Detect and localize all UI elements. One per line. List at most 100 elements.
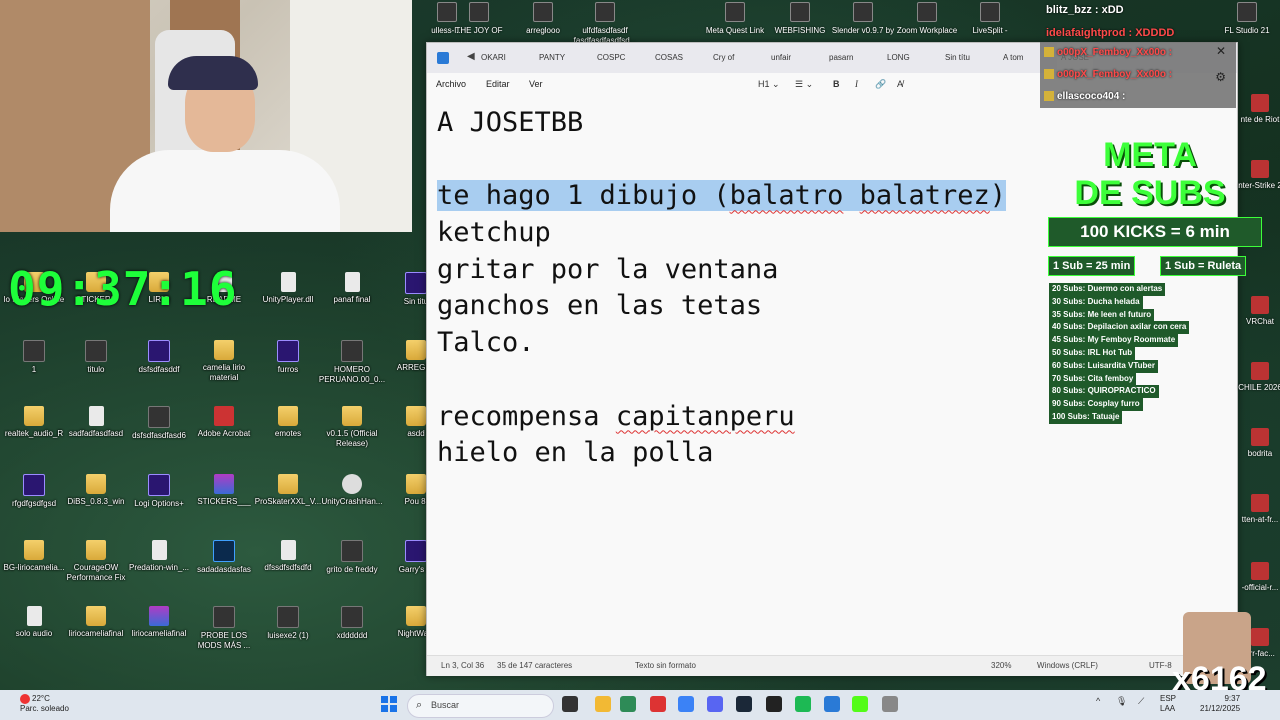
tab-label: OKARI xyxy=(481,53,506,62)
desktop-icon[interactable]: rfgdfgsdfgsd xyxy=(0,474,68,509)
desktop-icon[interactable]: luisexe2 (1) xyxy=(254,606,322,641)
desktop-icon-right[interactable]: bodrita xyxy=(1238,428,1280,458)
spotify-icon[interactable] xyxy=(795,696,811,712)
desktop-icon[interactable]: camelia lirio material xyxy=(190,340,258,383)
desktop-icon[interactable]: sadfadfasdfasd xyxy=(62,406,130,439)
desktop-icon[interactable]: DiBS_0.8.3_win xyxy=(62,474,130,507)
desktop-icon[interactable]: PROBE LOS MODS MÁS ... xyxy=(190,606,258,651)
language-indicator[interactable]: ESP LAA xyxy=(1160,694,1176,714)
status-encoding[interactable]: UTF-8 xyxy=(1149,661,1172,670)
top-desktop-icon[interactable]: THE JOY OF xyxy=(444,2,514,36)
heading-dropdown[interactable]: H1 ⌄ xyxy=(758,79,780,90)
status-eol[interactable]: Windows (CRLF) xyxy=(1037,661,1098,670)
tab-1[interactable]: PANTY xyxy=(535,43,569,73)
desktop-icon[interactable]: ProSkaterXXL_V... xyxy=(254,474,322,507)
notepad-icon[interactable] xyxy=(824,696,840,712)
desktop-icon[interactable]: dsfsdfasddf xyxy=(125,340,193,375)
gear-icon[interactable]: ⚙ xyxy=(1215,70,1226,84)
app-red-icon[interactable] xyxy=(650,696,666,712)
tab-6[interactable]: pasarn xyxy=(825,43,857,73)
discord-icon[interactable] xyxy=(707,696,723,712)
desktop-icon-right[interactable]: VRChat xyxy=(1238,296,1280,326)
chrome2-icon[interactable] xyxy=(678,696,694,712)
tab-0[interactable]: OKARI xyxy=(477,43,510,73)
desktop-icon[interactable]: xdddddd xyxy=(318,606,386,641)
desktop-icon[interactable]: dsfsdfasdfasd6 xyxy=(125,406,193,441)
menu-archivo[interactable]: Archivo xyxy=(436,79,466,89)
misc-icon[interactable] xyxy=(882,696,898,712)
desktop-icon[interactable]: UnityPlayer.dll xyxy=(254,272,322,305)
tab-8[interactable]: Sin títu xyxy=(941,43,974,73)
desktop-icon[interactable]: liriocameliafinal xyxy=(62,606,130,639)
status-zoom[interactable]: 320% xyxy=(991,661,1011,670)
obs-icon[interactable] xyxy=(766,696,782,712)
desktop-icon-right[interactable]: nte de Riot xyxy=(1238,94,1280,124)
desktop-icon[interactable]: sadadasdasfas xyxy=(190,540,258,575)
desktop-icon[interactable]: CourageOW Performance Fix xyxy=(62,540,130,583)
menu-editar[interactable]: Editar xyxy=(486,79,510,89)
desktop-icon[interactable]: solo audio xyxy=(0,606,68,639)
desktop-icon[interactable]: Logi Options+ xyxy=(125,474,193,509)
top-desktop-icon[interactable]: WEBFISHING xyxy=(765,2,835,36)
top-desktop-icon[interactable]: Slender v0.9.7 by xyxy=(828,2,898,36)
top-desktop-icon[interactable]: ulfdfasdfasdf fasdfasdfasdfsd... xyxy=(570,2,640,46)
desktop-icon[interactable]: STICKERS___ xyxy=(190,474,258,507)
tab-4[interactable]: Cry of xyxy=(709,43,738,73)
mic-icon[interactable]: 🎙 xyxy=(1116,696,1127,707)
icon-label: Slender v0.9.7 by xyxy=(831,26,895,35)
top-desktop-icon[interactable]: arreglooo xyxy=(508,2,578,36)
start-button[interactable] xyxy=(381,696,397,712)
file-icon xyxy=(88,406,104,426)
desktop-icon[interactable]: emotes xyxy=(254,406,322,439)
weather-widget[interactable]: 22°C Parc. soleado xyxy=(20,694,69,714)
steam-icon[interactable] xyxy=(736,696,752,712)
desktop-icon[interactable]: HOMERO PERUANO.00_0... xyxy=(318,340,386,385)
chrome-icon[interactable] xyxy=(620,696,636,712)
bold-button[interactable]: B xyxy=(833,79,840,89)
clear-format-icon[interactable]: A̸ xyxy=(897,79,903,89)
desktop-icon[interactable]: grito de freddy xyxy=(318,540,386,575)
italic-button[interactable]: I xyxy=(855,79,858,89)
desktop-icon[interactable]: Predation-win_... xyxy=(125,540,193,573)
tab-scroll-left-icon[interactable]: ◀ xyxy=(467,51,475,62)
tab-2[interactable]: COSPC xyxy=(593,43,629,73)
close-icon[interactable]: ✕ xyxy=(1216,44,1226,58)
desktop-icon[interactable]: panaf final xyxy=(318,272,386,305)
link-icon[interactable]: 🔗 xyxy=(875,79,886,90)
top-desktop-icon[interactable]: Zoom Workplace xyxy=(892,2,962,36)
kick-icon[interactable] xyxy=(852,696,868,712)
desktop-icon[interactable]: titulo xyxy=(62,340,130,375)
meta-line-1: META xyxy=(1103,136,1197,174)
desktop-icon[interactable]: realtek_audio_R xyxy=(0,406,68,439)
app-icon xyxy=(1251,362,1269,380)
wifi-icon[interactable]: ⟋ xyxy=(1138,696,1144,707)
top-desktop-icon[interactable]: Meta Quest Link xyxy=(700,2,770,36)
taskbar-clock[interactable]: 9:37 21/12/2025 xyxy=(1200,694,1240,714)
top-desktop-icon[interactable]: LiveSplit - xyxy=(955,2,1025,36)
tab-5[interactable]: unfair xyxy=(767,43,795,73)
tab-7[interactable]: LONG xyxy=(883,43,914,73)
icon-label: tten-at-fr... xyxy=(1241,515,1279,524)
desktop-icon[interactable]: v0.1.5 (Official Release) xyxy=(318,406,386,449)
list-dropdown-icon[interactable]: ☰ ⌄ xyxy=(795,79,813,90)
desktop-icon[interactable]: BG-liriocamelia... xyxy=(0,540,68,573)
desktop-icon[interactable]: UnityCrashHan... xyxy=(318,474,386,507)
taskbar-search[interactable]: ⌕ Buscar xyxy=(407,694,554,718)
tab-9[interactable]: A tom xyxy=(999,43,1027,73)
tab-3[interactable]: COSAS xyxy=(651,43,687,73)
desktop-icon[interactable]: Adobe Acrobat xyxy=(190,406,258,439)
desktop-icon-right[interactable]: -official-r... xyxy=(1238,562,1280,592)
desktop-icon-right[interactable]: tten-at-fr... xyxy=(1238,494,1280,524)
file-explorer-icon[interactable] xyxy=(595,696,611,712)
tray-chevron-icon[interactable]: ^ xyxy=(1096,696,1100,706)
desktop-icon-right[interactable]: CHILE 2026 xyxy=(1238,362,1280,392)
desktop-icon[interactable]: 1 xyxy=(0,340,68,375)
desktop-icon[interactable]: liriocameliafinal xyxy=(125,606,193,639)
desktop-icon[interactable]: dfssdfsdfsdfd xyxy=(254,540,322,573)
menu-ver[interactable]: Ver xyxy=(529,79,543,89)
desktop-icon[interactable]: furros xyxy=(254,340,322,375)
top-desktop-icon[interactable]: FL Studio 21 xyxy=(1212,2,1280,36)
task-view-icon[interactable] xyxy=(562,696,578,712)
status-format: Texto sin formato xyxy=(635,661,696,670)
desktop-icon-right[interactable]: nter-Strike 2 xyxy=(1238,160,1280,190)
